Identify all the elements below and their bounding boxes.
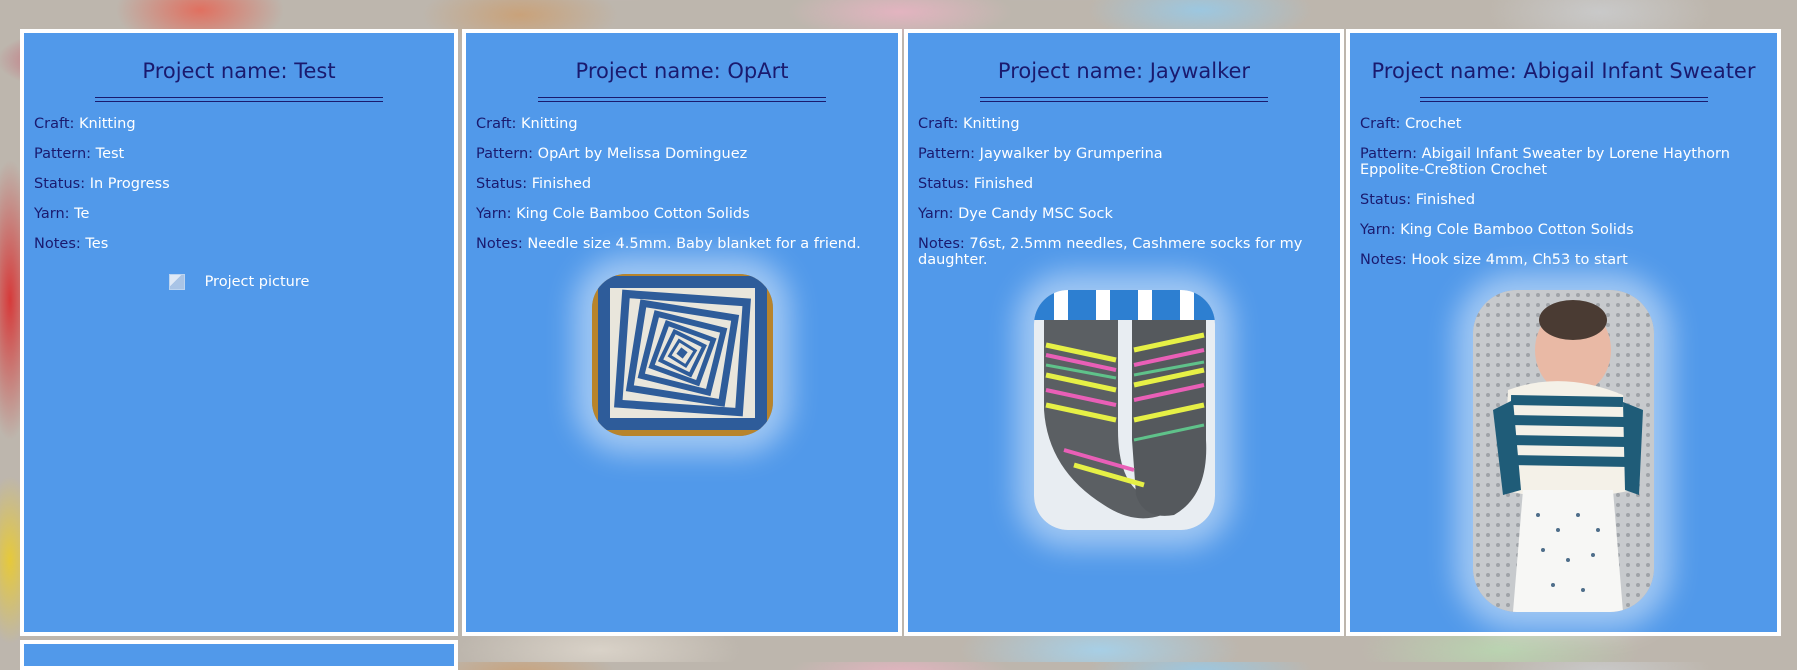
status-label: Status: [476, 176, 528, 192]
pattern-label: Pattern: [1360, 146, 1418, 162]
craft-value: Knitting [79, 116, 136, 132]
project-card-next [20, 640, 458, 670]
status-field: Status: Finished [918, 176, 1330, 192]
yarn-value: King Cole Bamboo Cotton Solids [516, 206, 750, 222]
project-title: Project name: Test [142, 59, 336, 83]
notes-value: Tes [85, 236, 109, 252]
notes-value: 76st, 2.5mm needles, Cashmere socks for … [918, 236, 1303, 268]
project-picture [1473, 290, 1654, 612]
status-label: Status: [1360, 192, 1412, 208]
yarn-field: Yarn: King Cole Bamboo Cotton Solids [1360, 222, 1767, 238]
pattern-field: Pattern: OpArt by Melissa Dominguez [476, 146, 888, 162]
socks-image [1033, 290, 1215, 530]
notes-label: Notes: [918, 236, 965, 252]
notes-field: Notes: Tes [34, 236, 444, 252]
pattern-value: Test [95, 146, 125, 162]
yarn-field: Yarn: Dye Candy MSC Sock [918, 206, 1330, 222]
title-divider [95, 97, 383, 102]
notes-value: Needle size 4.5mm. Baby blanket for a fr… [527, 236, 861, 252]
yarn-value: Te [74, 206, 90, 222]
craft-field: Craft: Crochet [1360, 116, 1767, 132]
craft-value: Crochet [1405, 116, 1462, 132]
project-picture [1033, 290, 1215, 530]
notes-field: Notes: Needle size 4.5mm. Baby blanket f… [476, 236, 888, 252]
pattern-label: Pattern: [34, 146, 92, 162]
project-card-abigail: Project name: Abigail Infant Sweater Cra… [1346, 29, 1781, 636]
yarn-label: Yarn: [476, 206, 512, 222]
yarn-label: Yarn: [1360, 222, 1396, 238]
status-field: Status: Finished [476, 176, 888, 192]
status-value: Finished [973, 176, 1034, 192]
craft-value: Knitting [521, 116, 578, 132]
yarn-value: Dye Candy MSC Sock [958, 206, 1113, 222]
pattern-field: Pattern: Jaywalker by Grumperina [918, 146, 1330, 162]
pattern-value: OpArt by Melissa Dominguez [537, 146, 748, 162]
notes-label: Notes: [34, 236, 81, 252]
notes-field: Notes: 76st, 2.5mm needles, Cashmere soc… [918, 236, 1330, 268]
status-value: In Progress [89, 176, 170, 192]
title-divider [980, 97, 1268, 102]
broken-image-icon [168, 274, 185, 290]
status-label: Status: [34, 176, 86, 192]
notes-value: Hook size 4mm, Ch53 to start [1411, 252, 1628, 268]
craft-field: Craft: Knitting [34, 116, 444, 132]
pattern-label: Pattern: [918, 146, 976, 162]
project-card-jaywalker: Project name: Jaywalker Craft: Knitting … [904, 29, 1344, 636]
project-picture-alt: Project picture [204, 274, 310, 290]
project-card-opart: Project name: OpArt Craft: Knitting Patt… [462, 29, 902, 636]
notes-field: Notes: Hook size 4mm, Ch53 to start [1360, 252, 1767, 268]
status-value: Finished [531, 176, 592, 192]
project-title: Project name: Abigail Infant Sweater [1371, 59, 1756, 83]
status-label: Status: [918, 176, 970, 192]
yarn-label: Yarn: [918, 206, 954, 222]
craft-label: Craft: [476, 116, 517, 132]
craft-label: Craft: [1360, 116, 1401, 132]
yarn-field: Yarn: King Cole Bamboo Cotton Solids [476, 206, 888, 222]
craft-label: Craft: [918, 116, 959, 132]
status-field: Status: Finished [1360, 192, 1767, 208]
notes-label: Notes: [476, 236, 523, 252]
pattern-field: Pattern: Abigail Infant Sweater by Loren… [1360, 146, 1767, 178]
baby-sweater-image [1473, 290, 1654, 612]
yarn-field: Yarn: Te [34, 206, 444, 222]
pattern-field: Pattern: Test [34, 146, 444, 162]
craft-value: Knitting [963, 116, 1020, 132]
project-picture [591, 274, 773, 436]
craft-field: Craft: Knitting [476, 116, 888, 132]
project-title: Project name: Jaywalker [997, 59, 1251, 83]
yarn-value: King Cole Bamboo Cotton Solids [1400, 222, 1634, 238]
project-card-test: Project name: Test Craft: Knitting Patte… [20, 29, 458, 636]
spiral-blanket-image [591, 274, 773, 436]
project-picture: Project picture [24, 274, 454, 290]
craft-field: Craft: Knitting [918, 116, 1330, 132]
craft-label: Craft: [34, 116, 75, 132]
yarn-label: Yarn: [34, 206, 70, 222]
project-title: Project name: OpArt [575, 59, 789, 83]
notes-label: Notes: [1360, 252, 1407, 268]
status-field: Status: In Progress [34, 176, 444, 192]
title-divider [538, 97, 826, 102]
status-value: Finished [1415, 192, 1476, 208]
pattern-value: Jaywalker by Grumperina [979, 146, 1163, 162]
pattern-label: Pattern: [476, 146, 534, 162]
title-divider [1419, 97, 1708, 102]
